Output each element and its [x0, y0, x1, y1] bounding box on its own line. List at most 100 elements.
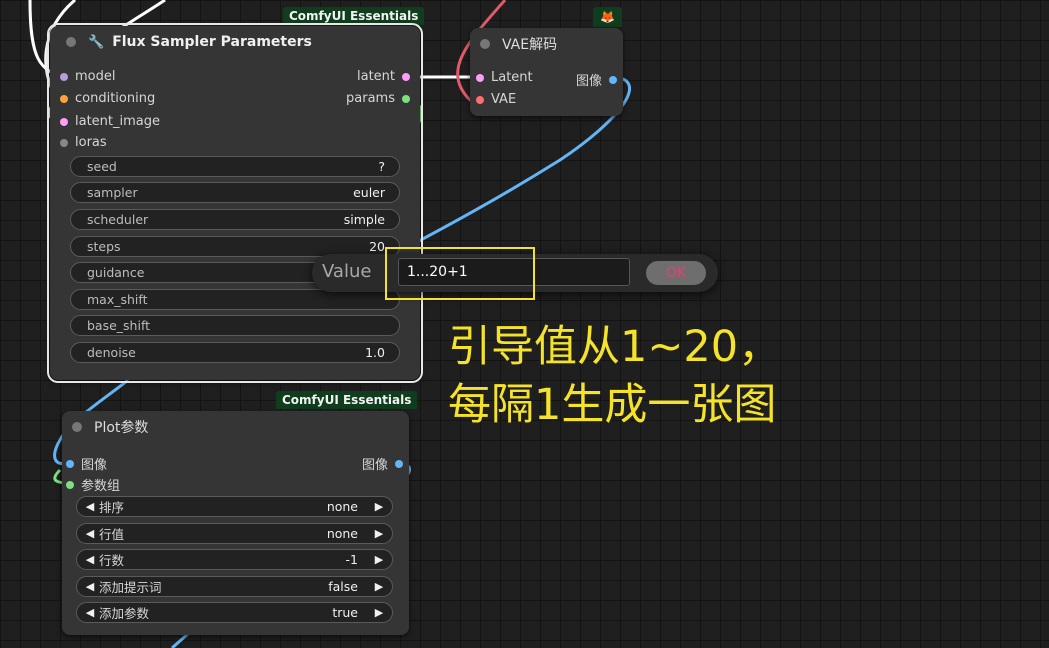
node-badge: ComfyUI Essentials	[283, 7, 425, 25]
node-title: Plot参数	[94, 420, 149, 436]
widget-label: denoise	[87, 345, 136, 360]
widget-value: ?	[378, 159, 385, 174]
combo-label: 添加参数	[99, 606, 150, 621]
slot-label: model	[75, 69, 116, 84]
collapse-dot-icon[interactable]	[480, 39, 490, 49]
node-title: Flux Sampler Parameters	[112, 34, 312, 50]
slot-dot-icon	[402, 72, 410, 81]
arrow-right-icon[interactable]: ▶	[372, 553, 386, 566]
plot-params-node[interactable]: Plot参数 图像 参数组 图像 ◀ 排序 none ▶ ◀ 行值 none ▶…	[62, 411, 409, 635]
combo-row-count[interactable]: ◀ 行数 -1 ▶	[76, 549, 393, 570]
slot-dot-icon	[60, 94, 68, 103]
combo-value: none	[326, 499, 358, 514]
annotation-line: 引导值从1~20，	[448, 322, 782, 372]
fox-icon: 🦊	[593, 7, 622, 27]
slot-label: 图像	[81, 458, 108, 473]
output-slot-image[interactable]: 图像	[576, 70, 617, 89]
combo-add-params[interactable]: ◀ 添加参数 true ▶	[76, 602, 393, 623]
widget-value: 1.0	[365, 345, 385, 360]
widget-label: sampler	[87, 185, 138, 200]
highlight-box	[385, 247, 535, 300]
collapse-dot-icon[interactable]	[72, 422, 82, 432]
widget-value: 20	[369, 239, 385, 254]
widget-value: simple	[343, 212, 385, 227]
slot-label: latent_image	[75, 114, 161, 129]
arrow-left-icon[interactable]: ◀	[83, 553, 97, 566]
combo-value: none	[326, 526, 358, 541]
combo-sort[interactable]: ◀ 排序 none ▶	[76, 496, 393, 517]
slot-label: 图像	[361, 458, 388, 473]
input-slot-latent[interactable]: Latent	[476, 70, 533, 85]
node-title-bar[interactable]: Plot参数	[62, 411, 409, 443]
wrench-icon: 🔧	[88, 34, 105, 50]
widget-base-shift[interactable]: base_shift	[70, 315, 400, 336]
combo-label: 排序	[99, 500, 125, 515]
slot-dot-icon	[402, 94, 410, 103]
ok-button[interactable]: OK	[646, 261, 706, 285]
combo-label: 添加提示词	[99, 580, 162, 595]
slot-label: latent	[356, 69, 395, 84]
widget-label: max_shift	[87, 292, 148, 307]
arrow-left-icon[interactable]: ◀	[83, 500, 97, 513]
annotation-line: 每隔1生成一张图	[448, 380, 777, 430]
widget-denoise[interactable]: denoise 1.0	[70, 342, 400, 363]
arrow-left-icon[interactable]: ◀	[83, 527, 97, 540]
widget-label: scheduler	[87, 212, 149, 227]
widget-sampler[interactable]: sampler euler	[70, 182, 400, 203]
combo-label: 行数	[99, 553, 125, 568]
arrow-right-icon[interactable]: ▶	[372, 580, 386, 593]
annotation-text: 引导值从1~20， 每隔1生成一张图	[448, 318, 781, 434]
input-slot-loras[interactable]: loras	[60, 135, 107, 150]
combo-label: 行值	[99, 527, 125, 542]
combo-value: -1	[345, 552, 358, 567]
slot-dot-icon	[60, 138, 68, 147]
node-badge: ComfyUI Essentials	[276, 391, 418, 409]
slot-dot-icon	[66, 459, 74, 468]
input-slot-latent-image[interactable]: latent_image	[60, 114, 160, 129]
slot-dot-icon	[395, 459, 403, 468]
combo-row-value[interactable]: ◀ 行值 none ▶	[76, 523, 393, 544]
arrow-right-icon[interactable]: ▶	[372, 606, 386, 619]
node-title-bar[interactable]: VAE解码	[470, 28, 623, 60]
slot-dot-icon	[60, 117, 68, 126]
widget-label: guidance	[87, 265, 145, 280]
input-slot-image[interactable]: 图像	[66, 454, 107, 473]
widget-value: euler	[353, 185, 385, 200]
slot-dot-icon	[60, 72, 68, 81]
slot-label: 参数组	[81, 479, 121, 494]
slot-label: VAE	[491, 92, 517, 107]
widget-max-shift[interactable]: max_shift	[70, 289, 400, 310]
slot-dot-icon	[476, 73, 484, 82]
vae-decode-node[interactable]: VAE解码 Latent VAE 图像	[470, 28, 623, 116]
output-slot-params[interactable]: params	[346, 91, 410, 106]
slot-label: conditioning	[75, 91, 156, 106]
widget-label: base_shift	[87, 318, 151, 333]
arrow-left-icon[interactable]: ◀	[83, 606, 97, 619]
input-slot-param-group[interactable]: 参数组	[66, 475, 120, 494]
widget-label: seed	[87, 159, 117, 174]
input-slot-model[interactable]: model	[60, 69, 115, 84]
input-slot-conditioning[interactable]: conditioning	[60, 91, 155, 106]
widget-scheduler[interactable]: scheduler simple	[70, 209, 400, 230]
slot-dot-icon	[476, 95, 484, 104]
slot-label: params	[346, 91, 395, 106]
widget-seed[interactable]: seed ?	[70, 156, 400, 177]
arrow-left-icon[interactable]: ◀	[83, 580, 97, 593]
value-label: Value	[322, 261, 372, 282]
arrow-right-icon[interactable]: ▶	[372, 527, 386, 540]
output-slot-image[interactable]: 图像	[362, 454, 403, 473]
flux-sampler-node[interactable]: 🔧 Flux Sampler Parameters model conditio…	[47, 23, 423, 383]
node-title: VAE解码	[502, 37, 558, 53]
slot-label: 图像	[575, 74, 602, 89]
slot-label: loras	[75, 135, 107, 150]
output-slot-latent[interactable]: latent	[357, 69, 410, 84]
arrow-right-icon[interactable]: ▶	[372, 500, 386, 513]
slot-dot-icon	[609, 75, 617, 84]
combo-value: false	[328, 579, 358, 594]
node-title-bar[interactable]: 🔧 Flux Sampler Parameters	[50, 26, 420, 58]
widget-label: steps	[87, 239, 121, 254]
combo-add-prompt[interactable]: ◀ 添加提示词 false ▶	[76, 576, 393, 597]
input-slot-vae[interactable]: VAE	[476, 92, 516, 107]
combo-value: true	[332, 605, 358, 620]
collapse-dot-icon[interactable]	[66, 37, 76, 47]
